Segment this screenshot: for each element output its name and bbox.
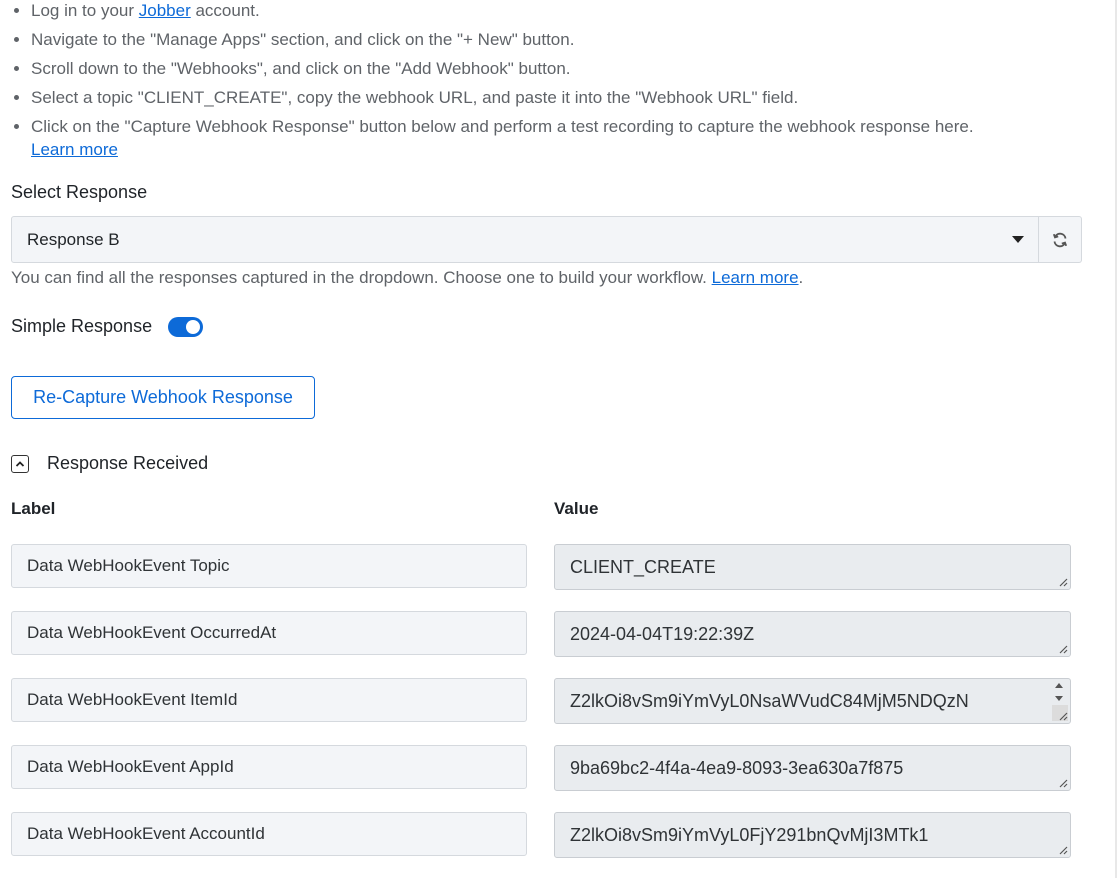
spin-up-icon: [1055, 683, 1063, 688]
response-received-header: Response Received: [11, 453, 208, 474]
instruction-step-5: Click on the "Capture Webhook Response" …: [11, 115, 1101, 161]
refresh-icon: [1052, 232, 1068, 247]
simple-response-row: Simple Response: [11, 316, 204, 337]
recapture-webhook-button[interactable]: Re-Capture Webhook Response: [11, 376, 315, 419]
response-label-field: Data WebHookEvent Topic: [11, 544, 527, 588]
select-helper-text: You can find all the responses captured …: [11, 268, 804, 287]
chevron-up-icon: [15, 460, 25, 467]
resize-grip-icon: [1059, 578, 1068, 587]
response-label-field: Data WebHookEvent ItemId: [11, 678, 527, 722]
refresh-button[interactable]: [1039, 216, 1082, 263]
resize-grip-icon: [1059, 779, 1068, 788]
jobber-link[interactable]: Jobber: [139, 1, 191, 20]
simple-response-toggle[interactable]: [168, 316, 204, 337]
response-select-value: Response B: [27, 229, 120, 249]
resize-grip-icon: [1059, 846, 1068, 855]
webhook-config-panel: Log in to your Jobber account. Navigate …: [0, 0, 1117, 878]
response-label-field: Data WebHookEvent AccountId: [11, 812, 527, 856]
toggle-knob: [186, 319, 201, 334]
response-value-field[interactable]: CLIENT_CREATE: [554, 544, 1071, 590]
response-select[interactable]: Response B: [11, 216, 1039, 263]
instruction-list: Log in to your Jobber account. Navigate …: [11, 0, 1101, 167]
response-value-field[interactable]: Z2lkOi8vSm9iYmVyL0FjY291bnQvMjI3MTk1: [554, 812, 1071, 858]
response-select-row: Response B: [11, 216, 1082, 263]
resize-grip-icon: [1059, 712, 1068, 721]
label-column-header: Label: [11, 499, 56, 518]
simple-response-label: Simple Response: [11, 316, 153, 336]
instruction-step-4: Select a topic "CLIENT_CREATE", copy the…: [11, 86, 1101, 109]
spin-down-icon: [1055, 696, 1063, 701]
response-value-field[interactable]: 9ba69bc2-4f4a-4ea9-8093-3ea630a7f875: [554, 745, 1071, 791]
collapse-button[interactable]: [11, 454, 29, 473]
textarea-spinner[interactable]: [1052, 683, 1066, 701]
response-label-field: Data WebHookEvent AppId: [11, 745, 527, 789]
instruction-step-2: Navigate to the "Manage Apps" section, a…: [11, 28, 1101, 51]
value-column-header: Value: [554, 499, 599, 518]
response-label-field: Data WebHookEvent OccurredAt: [11, 611, 527, 655]
select-response-label: Select Response: [11, 182, 148, 202]
helper-learn-more-link[interactable]: Learn more: [712, 268, 799, 287]
caret-down-icon: [1012, 236, 1024, 243]
response-value-field[interactable]: Z2lkOi8vSm9iYmVyL0NsaWVudC84MjM5NDQzN: [554, 678, 1071, 724]
learn-more-link[interactable]: Learn more: [31, 140, 118, 159]
response-received-title: Response Received: [47, 453, 209, 473]
response-value-field[interactable]: 2024-04-04T19:22:39Z: [554, 611, 1071, 657]
resize-grip-icon: [1059, 645, 1068, 654]
instruction-step-3: Scroll down to the "Webhooks", and click…: [11, 57, 1101, 80]
instruction-step-1: Log in to your Jobber account.: [11, 0, 1101, 22]
